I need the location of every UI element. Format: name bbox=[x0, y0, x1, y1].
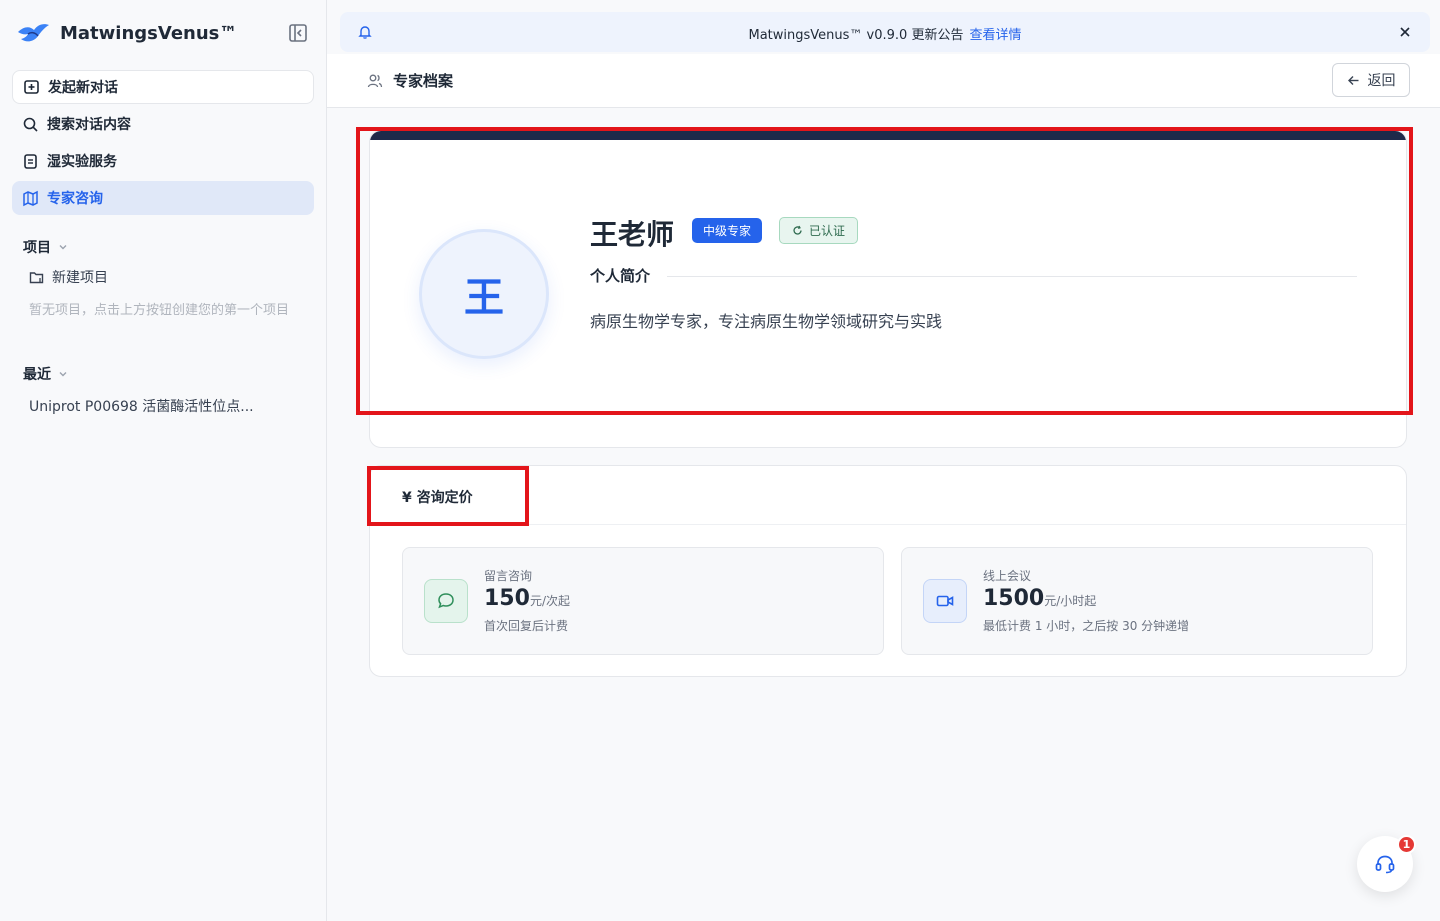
app-name: MatwingsVenus™ bbox=[60, 22, 238, 44]
sidebar-nav: 发起新对话 搜索对话内容 湿实验服务 专家咨询 bbox=[12, 70, 314, 218]
sidebar-item-label: 湿实验服务 bbox=[47, 154, 117, 170]
arrow-left-icon bbox=[1347, 75, 1358, 85]
highlight-box-profile bbox=[356, 127, 1413, 415]
banner-details-link[interactable]: 查看详情 bbox=[969, 28, 1021, 43]
sidebar-item-label: 发起新对话 bbox=[48, 80, 118, 96]
map-icon bbox=[23, 190, 38, 206]
users-icon bbox=[367, 74, 383, 87]
notification-badge: 1 bbox=[1397, 835, 1416, 854]
option-price: 150元/次起 bbox=[484, 586, 570, 611]
page-header: 专家档案 返回 bbox=[327, 54, 1440, 108]
sidebar: MatwingsVenus™ 发起新对话 搜索对话内容 湿实验服务 专家咨询 项… bbox=[0, 0, 327, 921]
price-value: 150 bbox=[484, 586, 530, 611]
sidebar-item-wet-lab[interactable]: 湿实验服务 bbox=[12, 144, 314, 178]
price-unit: 元/次起 bbox=[529, 594, 570, 608]
option-price: 1500元/小时起 bbox=[983, 586, 1096, 611]
video-icon bbox=[923, 579, 967, 623]
projects-empty-hint: 暂无项目，点击上方按钮创建您的第一个项目 bbox=[29, 303, 290, 318]
new-project-button[interactable]: 新建项目 bbox=[29, 267, 108, 287]
sidebar-item-expert[interactable]: 专家咨询 bbox=[12, 181, 314, 215]
option-label: 留言咨询 bbox=[484, 569, 533, 583]
projects-section-toggle[interactable]: 项目 bbox=[23, 237, 69, 257]
recent-chat-item[interactable]: Uniprot P00698 活菌酶活性位点... bbox=[29, 396, 254, 416]
page-title-text: 专家档案 bbox=[393, 72, 454, 90]
announcement-banner: MatwingsVenus™ v0.9.0 更新公告 查看详情 bbox=[340, 12, 1430, 52]
page-title: 专家档案 bbox=[367, 70, 453, 91]
chevron-down-icon bbox=[59, 245, 67, 250]
recent-section-toggle[interactable]: 最近 bbox=[23, 364, 69, 384]
new-project-label: 新建项目 bbox=[52, 270, 108, 286]
search-icon bbox=[23, 117, 38, 132]
sidebar-item-label: 搜索对话内容 bbox=[47, 117, 131, 133]
online-meeting-option[interactable]: 线上会议 1500元/小时起 最低计费 1 小时，之后按 30 分钟递增 bbox=[901, 547, 1373, 655]
close-icon[interactable] bbox=[1398, 25, 1412, 39]
chat-bubble-icon bbox=[424, 579, 468, 623]
folder-plus-icon bbox=[29, 271, 44, 283]
collapse-sidebar-icon[interactable] bbox=[287, 22, 309, 44]
sidebar-item-label: 专家咨询 bbox=[47, 191, 103, 207]
document-icon bbox=[24, 153, 37, 169]
message-consult-option[interactable]: 留言咨询 150元/次起 首次回复后计费 bbox=[402, 547, 884, 655]
option-label: 线上会议 bbox=[983, 569, 1032, 583]
back-label: 返回 bbox=[1367, 73, 1396, 89]
option-note: 最低计费 1 小时，之后按 30 分钟递增 bbox=[983, 619, 1190, 633]
projects-title: 项目 bbox=[23, 240, 51, 256]
banner-message: MatwingsVenus™ v0.9.0 更新公告 bbox=[748, 28, 964, 43]
price-unit: 元/小时起 bbox=[1044, 594, 1097, 608]
headset-icon bbox=[1375, 855, 1395, 874]
sidebar-item-search[interactable]: 搜索对话内容 bbox=[12, 107, 314, 141]
price-value: 1500 bbox=[983, 586, 1045, 611]
banner-text: MatwingsVenus™ v0.9.0 更新公告 查看详情 bbox=[340, 24, 1430, 43]
new-chat-icon bbox=[24, 79, 39, 94]
chevron-down-icon bbox=[59, 372, 67, 377]
new-chat-button[interactable]: 发起新对话 bbox=[12, 70, 314, 104]
back-button[interactable]: 返回 bbox=[1332, 63, 1410, 97]
highlight-box-pricing-title bbox=[367, 466, 529, 526]
bird-logo-icon bbox=[18, 24, 49, 42]
option-note: 首次回复后计费 bbox=[484, 619, 569, 633]
recent-title: 最近 bbox=[23, 367, 51, 383]
brand[interactable]: MatwingsVenus™ bbox=[16, 18, 316, 48]
